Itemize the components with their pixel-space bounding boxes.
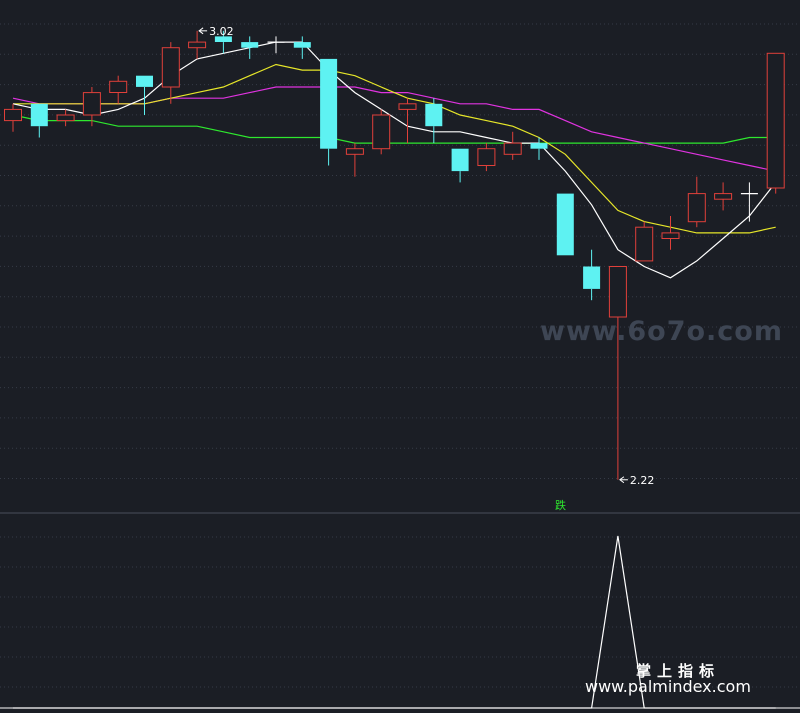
candle-body bbox=[556, 193, 574, 256]
chart-canvas: 3.02 2.22 bbox=[0, 23, 800, 709]
candle-body bbox=[583, 266, 601, 289]
candle-body bbox=[136, 75, 153, 87]
candle-body bbox=[161, 47, 180, 88]
candle bbox=[109, 75, 128, 104]
candle bbox=[30, 103, 48, 138]
price-grid bbox=[0, 23, 800, 688]
candle bbox=[740, 182, 758, 222]
signal-label: 跌 bbox=[555, 499, 566, 512]
candlestick-series bbox=[4, 30, 785, 480]
candle bbox=[372, 109, 391, 155]
candle bbox=[714, 182, 733, 211]
candle-body bbox=[530, 143, 548, 149]
watermark-brand-url: www.palmindex.com bbox=[585, 677, 751, 696]
candle-body bbox=[635, 226, 654, 262]
candle bbox=[556, 193, 574, 256]
candle-body bbox=[4, 108, 22, 122]
candle-body bbox=[241, 42, 259, 48]
candle bbox=[188, 30, 207, 59]
candle bbox=[56, 109, 75, 127]
candle-body bbox=[345, 148, 364, 155]
candle bbox=[4, 103, 22, 132]
candle-body bbox=[477, 148, 496, 166]
candle bbox=[661, 216, 680, 250]
candle bbox=[451, 148, 469, 183]
candle bbox=[503, 131, 522, 160]
candle-body bbox=[82, 92, 101, 116]
candle bbox=[320, 58, 338, 166]
candle bbox=[635, 221, 654, 262]
candle-body bbox=[293, 42, 311, 48]
ma5-line bbox=[12, 41, 777, 279]
candle-body bbox=[398, 103, 417, 110]
price-annotations: 3.02 2.22 bbox=[198, 25, 655, 487]
candle-body bbox=[451, 148, 469, 172]
high-price-label: 3.02 bbox=[209, 25, 234, 38]
candle bbox=[161, 42, 180, 104]
watermark-6o7o: www.6o7o.com bbox=[540, 316, 783, 347]
candle bbox=[425, 98, 443, 144]
ma20-line bbox=[12, 86, 776, 172]
candle-body bbox=[503, 142, 522, 155]
candle bbox=[345, 143, 364, 177]
candle bbox=[608, 266, 627, 480]
candle bbox=[241, 36, 259, 59]
candle bbox=[293, 36, 311, 59]
ma60-line bbox=[12, 114, 776, 144]
candle-body bbox=[188, 41, 207, 49]
candle bbox=[267, 36, 285, 54]
ma10-line bbox=[13, 63, 776, 234]
candle-body bbox=[687, 193, 706, 223]
candle bbox=[766, 52, 785, 194]
candle-body bbox=[320, 58, 338, 149]
candle-body bbox=[608, 266, 627, 318]
candle-body bbox=[425, 103, 443, 127]
candle-body bbox=[30, 103, 48, 127]
candle bbox=[398, 98, 417, 144]
candle-body bbox=[372, 114, 391, 150]
candle-body bbox=[109, 80, 128, 94]
candle-body bbox=[56, 114, 75, 122]
candle-body bbox=[714, 193, 733, 200]
candle bbox=[477, 143, 496, 172]
moving-average-lines bbox=[12, 41, 777, 279]
low-price-label: 2.22 bbox=[630, 474, 655, 487]
candle bbox=[583, 249, 601, 301]
candle-body bbox=[661, 232, 680, 239]
candle bbox=[136, 75, 153, 115]
candle bbox=[687, 176, 706, 228]
candle-body bbox=[766, 52, 785, 189]
